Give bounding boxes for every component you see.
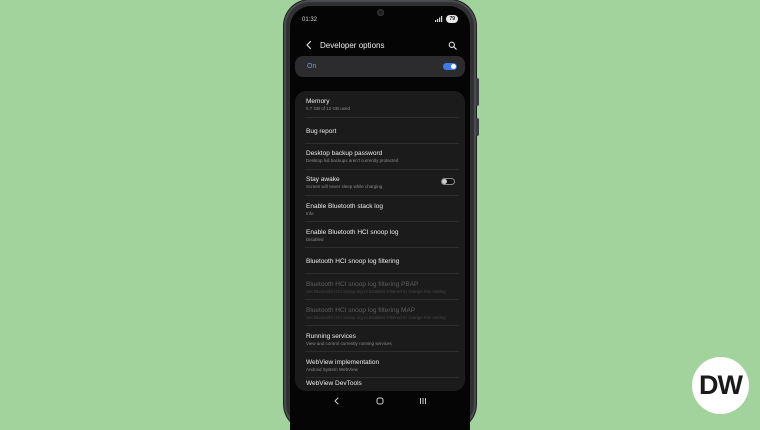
setting-subtitle: Info [306,211,314,216]
stay-awake-toggle[interactable] [441,178,455,185]
setting-title: Bluetooth HCI snoop log filtering MAP [306,307,416,314]
signal-icon [435,16,443,22]
settings-list: Memory 5.7 GB of 12 GB used Bug report D… [295,91,465,391]
developer-options-master-toggle-row[interactable]: On [295,56,465,77]
status-icons: 79 [435,15,458,23]
status-bar: 01:32 79 [290,6,470,26]
setting-title: Bluetooth HCI snoop log filtering [306,258,400,265]
phone-screen: 01:32 79 Developer options On Memory 5.7… [290,6,470,430]
setting-bug-report[interactable]: Bug report [295,118,465,144]
page-title: Developer options [320,41,385,50]
setting-title: Bug report [306,128,337,135]
dw-logo-mark: DW [699,370,744,400]
nav-back-icon[interactable] [332,396,342,406]
setting-title: Stay awake [306,176,340,183]
setting-subtitle: Screen will never sleep while charging [306,184,383,189]
setting-hci-snoop-log-filtering[interactable]: Bluetooth HCI snoop log filtering [295,248,465,274]
setting-title: Enable Bluetooth stack log [306,203,383,210]
toggle-knob [442,179,447,184]
setting-subtitle: Android System WebView [306,367,358,372]
setting-title: Desktop backup password [306,150,383,157]
volume-button [476,78,479,106]
setting-title: WebView DevTools [306,380,362,387]
setting-title: Bluetooth HCI snoop log filtering PBAP [306,281,419,288]
setting-hci-snoop-filtering-map: Bluetooth HCI snoop log filtering MAP Se… [295,300,465,326]
phone-frame: 01:32 79 Developer options On Memory 5.7… [284,0,479,430]
setting-subtitle: 5.7 GB of 12 GB used [306,106,351,111]
home-icon[interactable] [375,396,385,406]
setting-bluetooth-hci-snoop-log[interactable]: Enable Bluetooth HCI snoop log Disabled [295,222,465,248]
recents-icon[interactable] [418,396,428,406]
setting-subtitle: Set Bluetooth HCI snoop log to Enabled F… [306,315,446,320]
dw-watermark-logo: DW [692,357,749,414]
watermark-text: DW [699,370,743,400]
master-toggle-switch[interactable] [443,63,457,70]
setting-subtitle: Desktop full backups aren't currently pr… [306,158,399,163]
setting-subtitle: View and control currently running servi… [306,341,392,346]
setting-memory[interactable]: Memory 5.7 GB of 12 GB used [295,91,465,118]
setting-webview-implementation[interactable]: WebView implementation Android System We… [295,352,465,378]
back-arrow-icon[interactable] [304,40,314,50]
setting-subtitle: Disabled [306,237,324,242]
navigation-bar [290,390,470,412]
setting-title: Memory [306,98,330,105]
setting-title: WebView implementation [306,359,380,366]
setting-hci-snoop-filtering-pbap: Bluetooth HCI snoop log filtering PBAP S… [295,274,465,300]
toggle-knob [451,64,456,69]
setting-title: Enable Bluetooth HCI snoop log [306,229,399,236]
setting-stay-awake[interactable]: Stay awake Screen will never sleep while… [295,170,465,196]
battery-icon: 79 [446,15,458,23]
setting-running-services[interactable]: Running services View and control curren… [295,326,465,352]
power-button [476,118,479,136]
setting-title: Running services [306,333,356,340]
setting-subtitle: Set Bluetooth HCI snoop log to Enabled F… [306,289,446,294]
front-camera [376,9,384,16]
app-bar: Developer options [290,39,470,55]
status-time: 01:32 [302,17,318,23]
setting-bluetooth-stack-log[interactable]: Enable Bluetooth stack log Info [295,196,465,222]
search-icon[interactable] [448,41,457,50]
setting-desktop-backup-password[interactable]: Desktop backup password Desktop full bac… [295,144,465,170]
master-toggle-label: On [307,63,317,70]
